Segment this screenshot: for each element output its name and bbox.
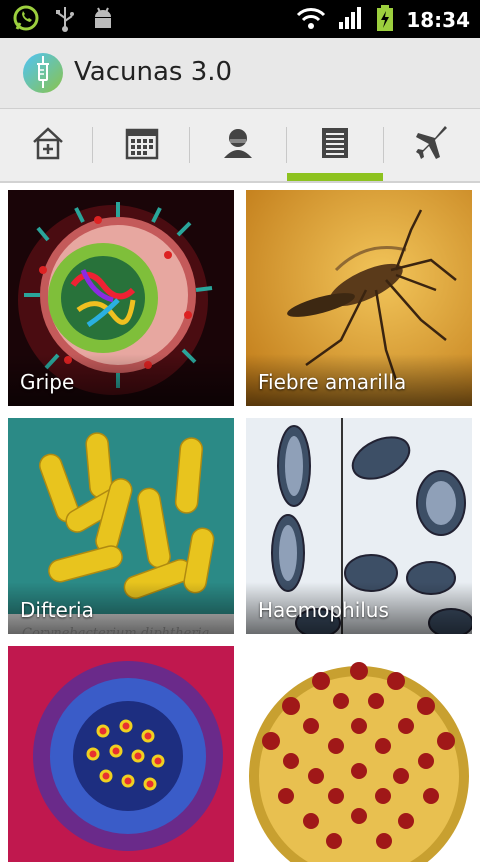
tab-travel[interactable]: [384, 109, 480, 181]
vaccine-tile-haemophilus[interactable]: Haemophilus: [246, 418, 472, 634]
vaccine-tile-5[interactable]: [8, 646, 234, 862]
vaccine-grid: Gripe Fiebre amarilla Difteria Corynebac…: [0, 183, 480, 862]
vaccine-tile-6[interactable]: [246, 646, 472, 862]
image-caption-text: Corynebacterium diphtheria: [22, 626, 210, 634]
virus-particle-image: [246, 646, 472, 862]
vaccine-tile-gripe[interactable]: Gripe: [8, 190, 234, 406]
syringe-logo-icon[interactable]: [22, 52, 64, 94]
action-bar: Vacunas 3.0: [0, 38, 480, 109]
tile-label: Haemophilus: [258, 598, 389, 622]
signal-icon: [338, 6, 364, 34]
selected-tab-indicator: [287, 173, 383, 181]
airplane-icon: [414, 125, 450, 165]
tile-label: Fiebre amarilla: [258, 370, 407, 394]
tile-caption: Haemophilus: [246, 582, 472, 634]
calendar-icon: [125, 126, 159, 164]
home-plus-icon: [30, 126, 66, 164]
tab-profile[interactable]: [190, 109, 286, 181]
tile-label: Gripe: [20, 370, 75, 394]
person-icon: [221, 126, 255, 164]
battery-charging-icon: [376, 4, 394, 36]
vaccine-tile-difteria[interactable]: Difteria Corynebacterium diphtheria: [8, 418, 234, 634]
list-icon: [320, 126, 350, 164]
android-debug-icon: [90, 4, 116, 36]
tab-list[interactable]: [287, 109, 383, 181]
whatsapp-icon: [12, 4, 40, 36]
app-title: Vacunas 3.0: [74, 57, 233, 87]
wifi-icon: [296, 6, 326, 34]
tile-caption: Gripe: [8, 354, 234, 406]
vaccine-tile-fiebre-amarilla[interactable]: Fiebre amarilla: [246, 190, 472, 406]
tab-calendar[interactable]: [94, 109, 190, 181]
tile-caption: Fiebre amarilla: [246, 354, 472, 406]
status-bar: 18:34: [0, 0, 480, 38]
tile-label: Difteria: [20, 598, 94, 622]
tab-bar: [0, 109, 480, 183]
clock: 18:34: [406, 8, 470, 32]
usb-icon: [54, 4, 76, 36]
tab-home-add[interactable]: [0, 109, 96, 181]
virus-micrograph-image: [8, 646, 234, 862]
